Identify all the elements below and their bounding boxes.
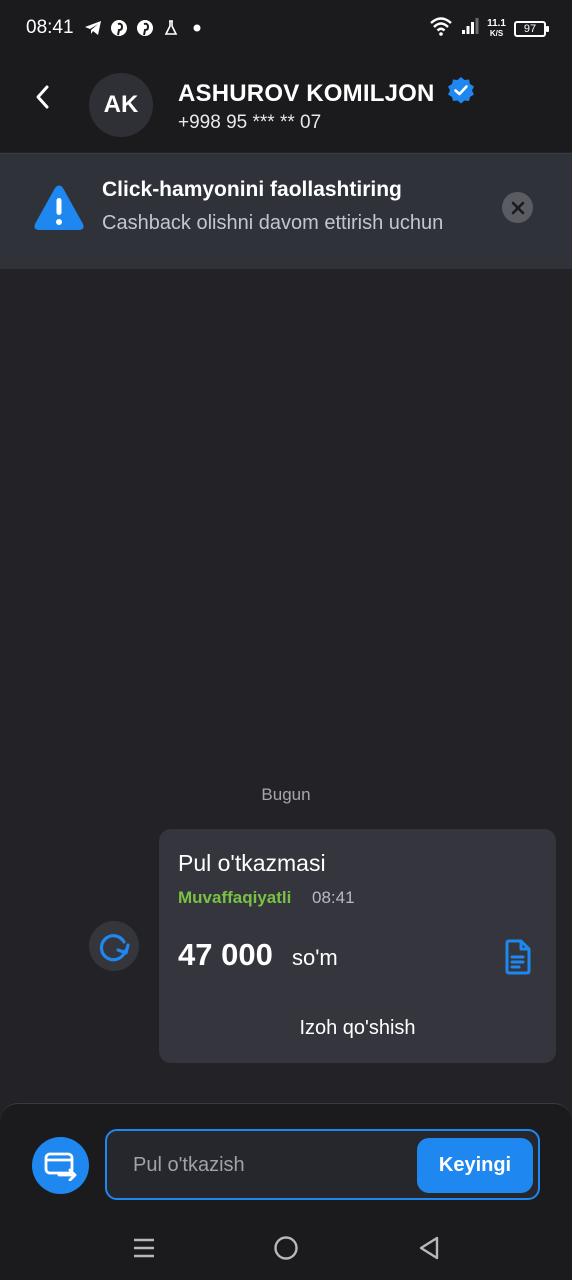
- verified-badge-icon: [447, 76, 475, 111]
- avatar[interactable]: AK: [89, 73, 153, 137]
- banner-subtitle: Cashback olishni davom ettirish uchun: [102, 212, 444, 234]
- transfer-card[interactable]: Pul o'tkazmasi Muvaffaqiyatli 08:41 47 0…: [159, 829, 556, 1063]
- card-transfer-icon: [44, 1152, 76, 1181]
- home-circle-icon: [274, 1236, 298, 1260]
- transfer-status: Muvaffaqiyatli: [178, 888, 292, 907]
- banner-close-button[interactable]: [502, 192, 533, 223]
- menu-icon: [134, 1238, 154, 1258]
- back-nav-button[interactable]: [414, 1233, 444, 1263]
- chevron-left-icon: [36, 85, 49, 109]
- status-time: 08:41: [26, 17, 74, 38]
- status-bar: 08:41 11.1 K/S 97: [0, 0, 572, 56]
- add-comment-button[interactable]: Izoh qo'shish: [159, 1017, 556, 1040]
- dot-icon: [188, 19, 206, 37]
- close-icon: [511, 201, 524, 214]
- system-nav-bar: [0, 1215, 572, 1280]
- wifi-icon: [429, 16, 453, 41]
- contact-name-row: ASHUROV KOMILJON: [178, 76, 475, 111]
- select-card-button[interactable]: [32, 1137, 89, 1194]
- receipt-icon[interactable]: [502, 939, 534, 975]
- network-speed-value: 11.1: [487, 17, 506, 29]
- flask-icon: [162, 19, 180, 37]
- battery-indicator: 97: [514, 20, 549, 37]
- transfer-amount-input[interactable]: [133, 1151, 403, 1179]
- banner-title: Click-hamyonini faollashtiring: [102, 178, 402, 201]
- contact-phone: +998 95 *** ** 07: [178, 112, 322, 133]
- transfer-title: Pul o'tkazmasi: [178, 850, 326, 876]
- pinterest-icon: [136, 19, 154, 37]
- date-separator: Bugun: [261, 785, 311, 804]
- triangle-back-icon: [419, 1236, 439, 1260]
- warning-icon: [33, 184, 85, 232]
- home-nav-button[interactable]: [271, 1233, 301, 1263]
- transfer-currency: so'm: [292, 945, 338, 970]
- network-speed: 11.1 K/S: [487, 17, 506, 39]
- menu-nav-button[interactable]: [129, 1233, 159, 1263]
- chat-header: AK ASHUROV KOMILJON +998 95 *** ** 07: [0, 56, 572, 152]
- pinterest-icon: [110, 19, 128, 37]
- transfer-time: 08:41: [312, 888, 355, 907]
- transfer-amount-field: Keyingi: [105, 1129, 540, 1200]
- transfer-amount: 47 000: [178, 937, 273, 972]
- network-speed-unit: K/S: [489, 28, 504, 38]
- activation-banner[interactable]: Click-hamyonini faollashtiring Cashback …: [0, 153, 572, 269]
- back-button[interactable]: [26, 80, 60, 114]
- system-indicators: 11.1 K/S 97: [429, 16, 549, 41]
- notification-icons: [84, 19, 206, 37]
- next-button[interactable]: Keyingi: [417, 1138, 533, 1193]
- telegram-icon: [84, 19, 102, 37]
- repeat-icon: [99, 934, 130, 962]
- contact-name: ASHUROV KOMILJON: [178, 79, 435, 107]
- signal-icon: [461, 17, 479, 40]
- repeat-transfer-button[interactable]: [89, 921, 139, 971]
